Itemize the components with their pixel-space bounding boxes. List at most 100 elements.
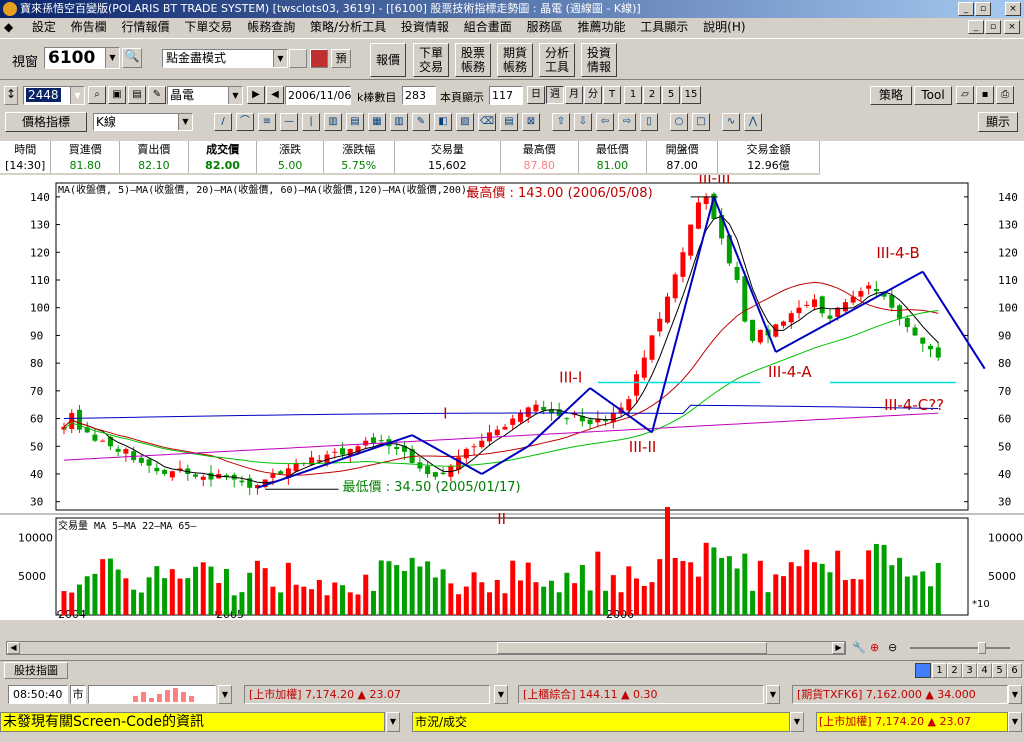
doc-icon[interactable]: ▤ <box>128 86 146 104</box>
analysis-tools-button[interactable]: 分析 工具 <box>539 43 575 77</box>
mdi-minimize-icon[interactable]: _ <box>968 20 984 34</box>
page-tool-icon[interactable]: ▯ <box>640 113 658 131</box>
delete-tool-icon[interactable]: ⊠ <box>522 113 540 131</box>
page-button[interactable]: 4 <box>977 663 992 678</box>
grid-tool-3-icon[interactable]: ▦ <box>368 113 386 131</box>
period-month-button[interactable]: 月 <box>565 86 583 104</box>
chevron-down-icon[interactable]: ▼ <box>228 87 242 104</box>
preview-button[interactable]: 預 <box>331 49 351 68</box>
zoom-slider[interactable] <box>910 642 1010 654</box>
down-tool-icon[interactable]: ⇩ <box>574 113 592 131</box>
prev-icon[interactable]: ◀ <box>266 86 284 104</box>
display-button[interactable]: 顯示 <box>978 112 1018 132</box>
chevron-down-icon[interactable]: ▼ <box>790 712 804 732</box>
line-tool-icon[interactable]: / <box>214 113 232 131</box>
period-minute-button[interactable]: 分 <box>584 86 602 104</box>
menu-info[interactable]: 投資情報 <box>401 20 449 34</box>
folder-icon[interactable]: ▱ <box>956 86 974 104</box>
chevron-down-icon[interactable]: ▼ <box>273 50 287 67</box>
menu-settings[interactable]: 設定 <box>32 20 56 34</box>
edit-icon[interactable]: ✎ <box>148 86 166 104</box>
ticker-taiex[interactable]: [上市加權] 7,174.20 ▲ 23.07 <box>244 685 490 704</box>
ktype-select[interactable]: K線 ▼ <box>93 113 193 131</box>
app-menu-icon[interactable]: ◆ <box>4 18 24 37</box>
period-day-button[interactable]: 日 <box>527 86 545 104</box>
grid-tool-4-icon[interactable]: ▥ <box>390 113 408 131</box>
wave-tool-icon[interactable]: ∿ <box>722 113 740 131</box>
date-input[interactable]: 2006/11/06 <box>285 86 351 105</box>
quote-button[interactable]: 報價 <box>370 43 406 77</box>
period-15-button[interactable]: 15 <box>681 86 701 104</box>
strategy-button[interactable]: 策略 <box>870 86 912 105</box>
tool-button[interactable]: Tool <box>914 86 952 105</box>
chevron-down-icon[interactable]: ▼ <box>766 685 780 704</box>
close-icon[interactable]: × <box>1005 2 1021 16</box>
restore-icon[interactable]: ▫ <box>975 2 991 16</box>
kbar-input[interactable]: 283 <box>402 86 436 105</box>
period-5-button[interactable]: 5 <box>662 86 680 104</box>
chevron-down-icon[interactable]: ▼ <box>1008 712 1022 732</box>
invest-info-button[interactable]: 投資 情報 <box>581 43 617 77</box>
stock-name-select[interactable]: 晶電 ▼ <box>167 86 243 105</box>
menu-account[interactable]: 帳務查詢 <box>247 20 295 34</box>
eraser-tool-icon[interactable]: ⌫ <box>478 113 496 131</box>
scroll-left-icon[interactable]: ◀ <box>7 642 20 654</box>
vline-tool-icon[interactable]: | <box>302 113 320 131</box>
search-icon[interactable]: ⌕ <box>88 86 106 104</box>
page-toggle-icon[interactable] <box>915 663 931 678</box>
chevron-down-icon[interactable]: ▼ <box>494 685 508 704</box>
grid-tool-1-icon[interactable]: ▥ <box>324 113 342 131</box>
ticker-taiex-2[interactable]: [上市加權] 7,174.20 ▲ 23.07 <box>816 712 1008 732</box>
period-1-button[interactable]: 1 <box>624 86 642 104</box>
pencil-tool-icon[interactable]: ✎ <box>412 113 430 131</box>
zoom-icon[interactable]: ⊕ <box>870 641 879 654</box>
indicator-button[interactable]: 價格指標 <box>5 112 87 132</box>
chevron-down-icon[interactable]: ▼ <box>1008 685 1022 704</box>
menu-bulletin[interactable]: 佈告欄 <box>71 20 107 34</box>
camera-icon[interactable] <box>310 49 328 68</box>
market-status[interactable]: 市況/成交 <box>412 712 790 732</box>
chevron-down-icon[interactable]: ▼ <box>105 48 119 68</box>
menu-strategy[interactable]: 策略/分析工具 <box>310 20 386 34</box>
period-tick-button[interactable]: T <box>603 86 621 104</box>
left-tool-icon[interactable]: ⇦ <box>596 113 614 131</box>
rect-tool-icon[interactable]: □ <box>692 113 710 131</box>
menu-combo[interactable]: 組合畫面 <box>464 20 512 34</box>
page-button[interactable]: 2 <box>947 663 962 678</box>
zoom-slider-thumb[interactable] <box>978 642 986 654</box>
menu-service[interactable]: 服務區 <box>527 20 563 34</box>
wrench-icon[interactable]: 🔧 <box>852 641 866 654</box>
scroll-thumb[interactable] <box>497 642 767 654</box>
chevron-down-icon[interactable]: ▼ <box>178 114 192 130</box>
stock-account-button[interactable]: 股票 帳務 <box>455 43 491 77</box>
mdi-close-icon[interactable]: × <box>1004 20 1020 34</box>
note-tool-icon[interactable]: ▤ <box>500 113 518 131</box>
search-button[interactable]: 🔍 <box>122 48 142 68</box>
window-code-input[interactable]: 6100 ▼ <box>44 47 120 69</box>
circle-tool-icon[interactable]: ○ <box>670 113 688 131</box>
order-button[interactable]: 下單 交易 <box>413 43 449 77</box>
mode-select[interactable]: 點金盡模式 ▼ <box>162 49 288 68</box>
scroll-right-icon[interactable]: ▶ <box>832 642 845 654</box>
page-button[interactable]: 6 <box>1007 663 1022 678</box>
print-icon[interactable]: ⎙ <box>996 86 1014 104</box>
menu-recommend[interactable]: 推薦功能 <box>577 20 625 34</box>
chevron-down-icon[interactable]: ▼ <box>386 712 400 732</box>
menu-help[interactable]: 說明(H) <box>703 20 745 34</box>
fill-tool-icon[interactable]: ▨ <box>456 113 474 131</box>
period-week-button[interactable]: 週 <box>546 86 564 104</box>
price-chart[interactable]: 30 30 40 40 50 50 60 60 70 70 80 80 90 90 100 100 110 110… <box>0 169 1024 621</box>
period-2-button[interactable]: 2 <box>643 86 661 104</box>
stock-code-input[interactable]: 2448 ▼ <box>23 86 85 105</box>
ticker-otc[interactable]: [上櫃綜合] 144.11 ▲ 0.30 <box>518 685 764 704</box>
up-tool-icon[interactable]: ⇧ <box>552 113 570 131</box>
chevron-down-icon[interactable]: ▼ <box>70 87 84 104</box>
ticker-futures[interactable]: [期貨TXFK6] 7,162.000 ▲ 34.000 <box>792 685 1008 704</box>
hline-tool-icon[interactable]: — <box>280 113 298 131</box>
updown-icon[interactable]: ↕ <box>4 86 18 105</box>
tab-tech-chart[interactable]: 股技指圖 <box>4 662 68 679</box>
grid-tool-2-icon[interactable]: ▤ <box>346 113 364 131</box>
save-icon[interactable]: ▪ <box>976 86 994 104</box>
futures-account-button[interactable]: 期貨 帳務 <box>497 43 533 77</box>
page-input[interactable]: 117 <box>489 86 523 105</box>
